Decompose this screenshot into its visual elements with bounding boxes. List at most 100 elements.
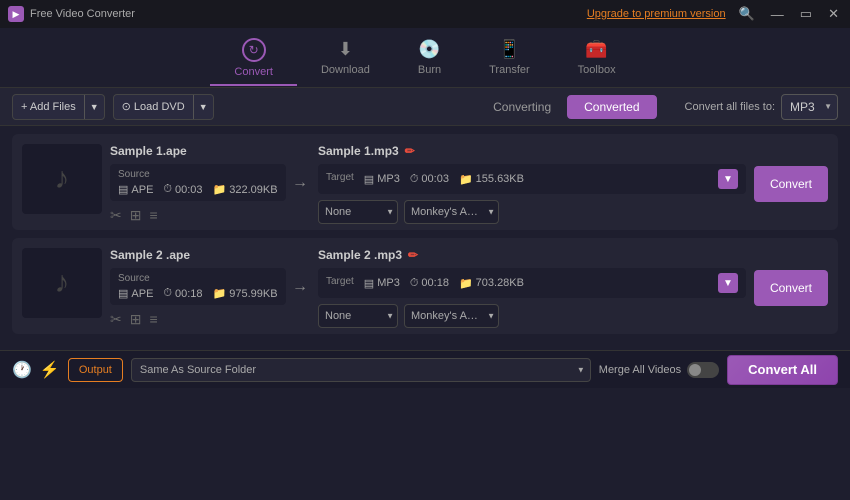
load-dvd-button[interactable]: ⊙ Load DVD ▼ xyxy=(113,94,214,120)
file2-output-wrap: Monkey's Au... ▼ xyxy=(404,304,499,328)
crop-icon[interactable]: ⊞ xyxy=(130,207,142,224)
file1-source-meta: ▤ APE ⏱ 00:03 📁 322.09KB xyxy=(118,183,278,196)
clock-icon[interactable]: 🕐 xyxy=(12,360,32,380)
nav-convert[interactable]: ↻ Convert xyxy=(210,30,297,86)
lightning-icon[interactable]: ⚡ xyxy=(40,360,60,380)
output-path-select[interactable]: Same As Source Folder xyxy=(131,358,591,382)
file2-target-size: 📁 703.28KB xyxy=(459,277,524,290)
file2-crop-icon[interactable]: ⊞ xyxy=(130,311,142,328)
file1-output-wrap: Monkey's Au... ▼ xyxy=(404,200,499,224)
file2-format: ▤ APE xyxy=(118,287,153,300)
toolbar: + Add Files ▼ ⊙ Load DVD ▼ Converting Co… xyxy=(0,88,850,126)
nav-burn[interactable]: 💿 Burn xyxy=(394,31,465,84)
search-icon[interactable]: 🔍 xyxy=(736,6,758,22)
nav-transfer[interactable]: 📱 Transfer xyxy=(465,31,554,84)
burn-icon: 💿 xyxy=(418,39,440,60)
tab-converted[interactable]: Converted xyxy=(567,95,656,119)
file1-output-select[interactable]: Monkey's Au... xyxy=(404,200,499,224)
toolbox-icon: 🧰 xyxy=(585,39,607,60)
file1-format: ▤ APE xyxy=(118,183,153,196)
add-files-label: + Add Files xyxy=(21,101,76,113)
format-select-wrap: MP3 MP4 AVI MKV WAV ▼ xyxy=(781,94,838,120)
file1-thumb: ♪ xyxy=(22,144,102,214)
minimize-icon[interactable]: — xyxy=(768,7,787,22)
file2-target-col: Sample 2 .mp3 ✏ Target ▤ MP3 ⏱ 00:18 xyxy=(318,248,746,328)
file2-thumb: ♪ xyxy=(22,248,102,318)
convert-icon: ↻ xyxy=(242,38,266,62)
file2-target-name-row: Sample 2 .mp3 ✏ xyxy=(318,248,746,262)
nav-convert-label: Convert xyxy=(234,66,273,78)
merge-toggle[interactable] xyxy=(687,362,719,378)
file1-duration: ⏱ 00:03 xyxy=(163,183,202,196)
file1-target-duration: ⏱ 00:03 xyxy=(410,173,449,186)
tab-converting[interactable]: Converting xyxy=(477,96,567,118)
app-icon: ▶ xyxy=(8,6,24,22)
file2-effect-select[interactable]: None xyxy=(318,304,398,328)
file2-arrow: → xyxy=(292,248,308,296)
nav-toolbox[interactable]: 🧰 Toolbox xyxy=(554,31,640,84)
maximize-icon[interactable]: ▭ xyxy=(797,6,815,22)
file2-target-expand-button[interactable]: ▼ xyxy=(718,273,738,293)
file1-source-box: Source ▤ APE ⏱ 00:03 📁 xyxy=(110,164,286,201)
output-path-wrap: Same As Source Folder ▼ xyxy=(131,358,591,382)
file2-cut-icon[interactable]: ✂ xyxy=(110,311,122,328)
file1-target-name-row: Sample 1.mp3 ✏ xyxy=(318,144,746,158)
file2-output-select[interactable]: Monkey's Au... xyxy=(404,304,499,328)
file1-source-label: Source xyxy=(118,169,278,180)
file2-target-format: ▤ MP3 xyxy=(364,277,400,290)
close-icon[interactable]: ✕ xyxy=(825,6,842,22)
convert-all-button[interactable]: Convert All xyxy=(727,355,838,385)
merge-label: Merge All Videos xyxy=(599,364,681,376)
music-note-icon: ♪ xyxy=(55,162,70,196)
file1-effect-select[interactable]: None xyxy=(318,200,398,224)
add-files-main[interactable]: + Add Files xyxy=(13,95,85,119)
merge-videos: Merge All Videos xyxy=(599,362,719,378)
file-item-1: ♪ Sample 1.ape Source ▤ APE xyxy=(12,134,838,230)
convert-all-to: Convert all files to: MP3 MP4 AVI MKV WA… xyxy=(685,94,838,120)
add-files-button[interactable]: + Add Files ▼ xyxy=(12,94,105,120)
load-dvd-main[interactable]: ⊙ Load DVD xyxy=(114,95,194,119)
toggle-knob xyxy=(689,364,701,376)
edit-icon-2[interactable]: ✏ xyxy=(408,248,418,262)
nav-burn-label: Burn xyxy=(418,64,441,76)
cut-icon[interactable]: ✂ xyxy=(110,207,122,224)
file1-left: ♪ Sample 1.ape Source ▤ APE xyxy=(22,144,282,224)
file2-source-label: Source xyxy=(118,273,278,284)
bottom-bar: 🕐 ⚡ Output Same As Source Folder ▼ Merge… xyxy=(0,350,850,388)
title-bar: ▶ Free Video Converter Upgrade to premiu… xyxy=(0,0,850,28)
convert-all-label: Convert all files to: xyxy=(685,101,775,113)
file2-target-options: None ▼ Monkey's Au... ▼ xyxy=(318,304,746,328)
file1-arrow: → xyxy=(292,144,308,192)
file2-source-box: Source ▤ APE ⏱ 00:18 📁 xyxy=(110,268,286,305)
app-title: Free Video Converter xyxy=(30,8,135,20)
music-note-icon-2: ♪ xyxy=(55,266,70,300)
file2-list-icon[interactable]: ≡ xyxy=(149,311,157,328)
upgrade-link[interactable]: Upgrade to premium version xyxy=(587,8,726,20)
nav-download[interactable]: ⬇ Download xyxy=(297,31,394,84)
load-dvd-label: ⊙ Load DVD xyxy=(122,100,185,113)
edit-icon-1[interactable]: ✏ xyxy=(405,144,415,158)
output-button[interactable]: Output xyxy=(68,358,123,382)
file1-target-options: None ▼ Monkey's Au... ▼ xyxy=(318,200,746,224)
file2-info: Sample 2 .ape Source ▤ APE ⏱ 00:18 xyxy=(110,248,286,328)
file2-effect-wrap: None ▼ xyxy=(318,304,398,328)
file1-effect-wrap: None ▼ xyxy=(318,200,398,224)
file2-convert-button[interactable]: Convert xyxy=(754,270,828,306)
load-dvd-arrow[interactable]: ▼ xyxy=(194,95,213,119)
file2-actions: ✂ ⊞ ≡ xyxy=(110,311,286,328)
file1-target-format: ▤ MP3 xyxy=(364,173,400,186)
file1-target-expand-button[interactable]: ▼ xyxy=(718,169,738,189)
tab-group: Converting Converted xyxy=(477,95,656,119)
format-select[interactable]: MP3 MP4 AVI MKV WAV xyxy=(781,94,838,120)
add-files-arrow[interactable]: ▼ xyxy=(85,95,104,119)
file1-convert-button[interactable]: Convert xyxy=(754,166,828,202)
file-list: ♪ Sample 1.ape Source ▤ APE xyxy=(0,126,850,350)
file2-right: Sample 2 .mp3 ✏ Target ▤ MP3 ⏱ 00:18 xyxy=(318,248,828,328)
nav-download-label: Download xyxy=(321,64,370,76)
nav-toolbox-label: Toolbox xyxy=(578,64,616,76)
top-nav: ↻ Convert ⬇ Download 💿 Burn 📱 Transfer 🧰… xyxy=(0,28,850,88)
file2-size: 📁 975.99KB xyxy=(213,287,278,300)
file1-target-col: Sample 1.mp3 ✏ Target ▤ MP3 ⏱ 00:03 xyxy=(318,144,746,224)
list-icon[interactable]: ≡ xyxy=(149,207,157,224)
file2-left: ♪ Sample 2 .ape Source ▤ APE xyxy=(22,248,282,328)
